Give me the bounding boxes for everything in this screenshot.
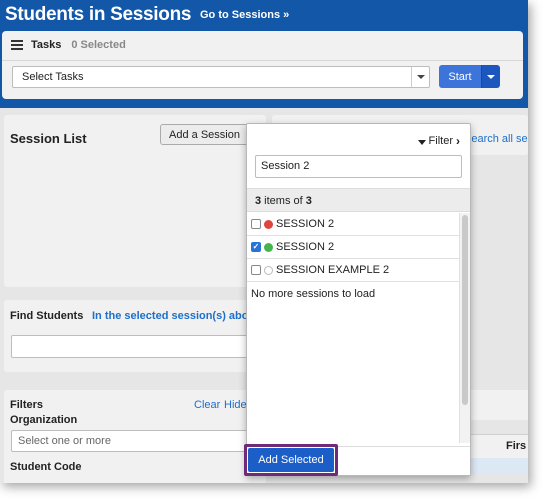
- start-dropdown-button[interactable]: [481, 65, 500, 88]
- session-search-input[interactable]: Session 2: [255, 155, 462, 178]
- item-count-bar: 3 items of 3: [247, 188, 470, 212]
- highlight-outline: Add Selected: [244, 444, 338, 476]
- chevron-right-icon: ›: [456, 134, 460, 148]
- session-picker-dropdown: Filter › Session 2 3 items of 3 SESSION …: [244, 123, 471, 476]
- tasks-selected-count: 0 Selected: [71, 39, 126, 51]
- item-count-total: 3: [305, 195, 312, 207]
- chevron-down-icon: [487, 74, 495, 79]
- organization-placeholder: Select one or more: [18, 435, 111, 447]
- find-students-input[interactable]: [11, 335, 261, 358]
- task-select-arrow[interactable]: [411, 67, 429, 87]
- add-session-button[interactable]: Add a Session: [160, 124, 249, 145]
- session-item-label: SESSION 2: [276, 218, 335, 230]
- go-to-sessions-link[interactable]: Go to Sessions »: [200, 9, 289, 21]
- session-list-title: Session List: [10, 131, 87, 146]
- item-count-text: 3 items of 3: [255, 195, 312, 207]
- dropdown-footer: Add Selected: [244, 444, 470, 476]
- session-checkbox[interactable]: [251, 219, 261, 229]
- find-students-scope-link[interactable]: In the selected session(s) above: [92, 310, 261, 322]
- list-icon: [11, 40, 23, 50]
- divider: [2, 60, 523, 61]
- tasks-panel: Tasks 0 Selected Select Tasks Start: [2, 31, 523, 99]
- app-window: Students in Sessions Go to Sessions » Ta…: [0, 0, 528, 483]
- tasks-label: Tasks: [31, 39, 62, 51]
- task-select-value: Select Tasks: [22, 71, 84, 83]
- organization-label: Organization: [10, 414, 78, 426]
- organization-select[interactable]: Select one or more: [11, 430, 261, 452]
- first-name-column-header[interactable]: Firs: [506, 440, 526, 452]
- search-all-sessions-link[interactable]: Search all ses: [464, 133, 528, 145]
- task-select[interactable]: Select Tasks: [12, 66, 430, 88]
- session-checkbox[interactable]: ✓: [251, 242, 261, 252]
- find-students-panel: Find Students In the selected session(s)…: [4, 300, 266, 372]
- item-count-mid: items of: [261, 195, 306, 207]
- list-item[interactable]: SESSION EXAMPLE 2: [247, 259, 459, 282]
- page-title: Students in Sessions: [5, 4, 192, 25]
- filters-title: Filters: [10, 399, 44, 411]
- list-item[interactable]: ✓ SESSION 2: [247, 236, 459, 259]
- find-students-title: Find Students: [10, 310, 84, 322]
- session-checkbox[interactable]: [251, 265, 261, 275]
- student-code-label: Student Code: [10, 461, 82, 473]
- session-list-panel: Session List Add a Session: [4, 115, 266, 287]
- scrollbar-thumb[interactable]: [462, 215, 468, 405]
- filter-icon: [417, 139, 426, 145]
- results-table-row[interactable]: [468, 458, 528, 474]
- status-dot-icon: [264, 265, 273, 275]
- status-dot-icon: [264, 242, 273, 252]
- start-button[interactable]: Start: [439, 65, 481, 88]
- session-list: SESSION 2 ✓ SESSION 2 SESSION EXAMPLE 2 …: [247, 213, 459, 305]
- list-item[interactable]: SESSION 2: [247, 213, 459, 236]
- session-item-label: SESSION EXAMPLE 2: [276, 264, 390, 276]
- filters-clear-link[interactable]: Clear: [194, 399, 220, 411]
- chevron-down-icon: [416, 75, 425, 79]
- add-selected-button[interactable]: Add Selected: [248, 448, 334, 472]
- status-dot-icon: [264, 219, 273, 229]
- session-item-label: SESSION 2: [276, 241, 335, 253]
- scrollbar[interactable]: [459, 213, 470, 443]
- header-bar: Students in Sessions Go to Sessions » Ta…: [0, 0, 528, 108]
- no-more-sessions-text: No more sessions to load: [251, 287, 376, 300]
- results-panel: [468, 390, 528, 420]
- tasks-header: Tasks 0 Selected: [11, 39, 126, 51]
- session-search-value: Session 2: [261, 160, 310, 172]
- filters-hide-link[interactable]: Hide: [224, 399, 247, 411]
- filter-label: Filter: [428, 135, 453, 147]
- filters-panel: Filters Clear Hide Organization Select o…: [4, 390, 266, 483]
- filter-toggle[interactable]: Filter ›: [417, 134, 460, 148]
